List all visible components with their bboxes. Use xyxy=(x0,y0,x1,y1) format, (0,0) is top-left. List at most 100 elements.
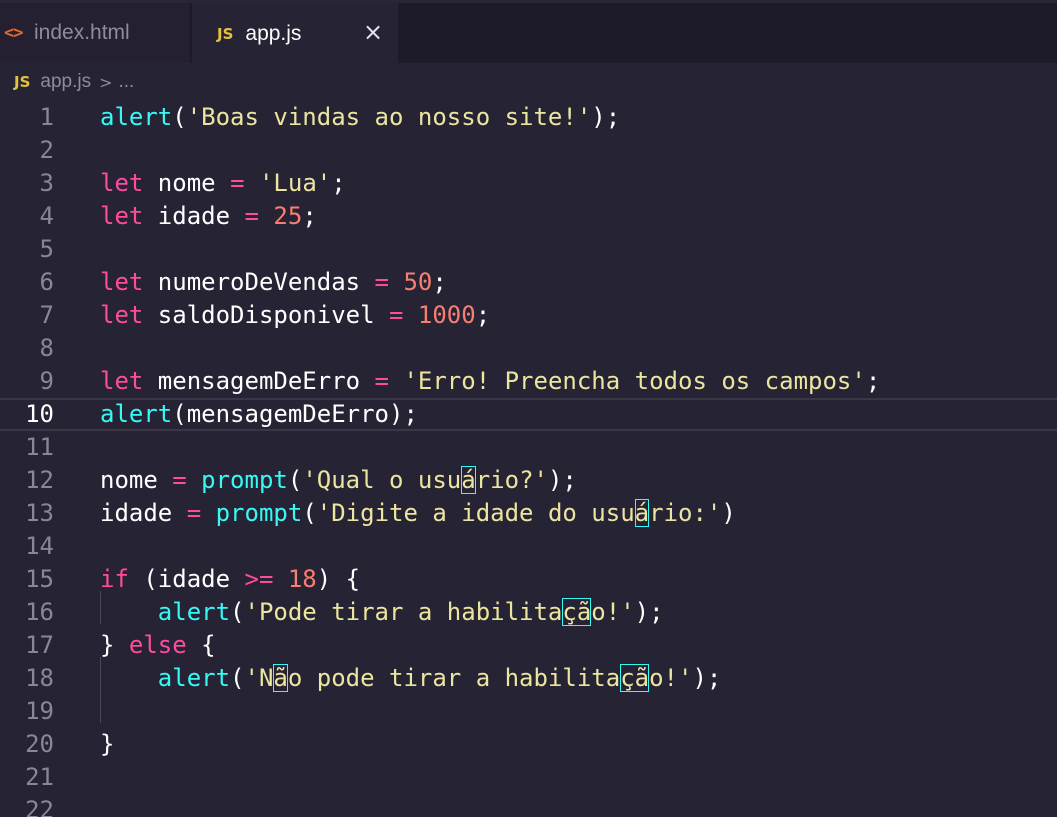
code-line[interactable]: 15 if (idade >= 18) { xyxy=(0,563,1057,596)
breadcrumb-symbols[interactable]: ... xyxy=(119,71,135,93)
code-token: = xyxy=(172,466,187,494)
code-token: 25 xyxy=(273,202,303,230)
code-token: ( xyxy=(172,400,187,428)
code-text: nome = prompt('Qual o usuário?'); xyxy=(100,464,577,497)
code-token: let xyxy=(100,202,144,230)
js-file-icon: JS xyxy=(217,24,234,43)
line-number: 22 xyxy=(25,796,54,817)
code-token: (idade xyxy=(128,565,245,593)
code-token: 'Boas vindas ao nosso site!' xyxy=(186,103,592,131)
code-token: let xyxy=(100,268,144,296)
code-text: } else { xyxy=(100,629,216,662)
code-token: let xyxy=(100,367,144,395)
code-token: >= xyxy=(244,565,274,593)
code-token: alert xyxy=(157,664,231,692)
code-token: ( xyxy=(230,664,245,692)
code-token: o!' xyxy=(649,664,693,692)
tab-app-js[interactable]: JS app.js × xyxy=(192,3,398,64)
line-number: 6 xyxy=(39,268,54,296)
code-line[interactable]: 13 idade = prompt('Digite a idade do usuá… xyxy=(0,497,1057,530)
code-line[interactable]: 22 xyxy=(0,794,1057,817)
code-line[interactable]: 20} xyxy=(0,728,1057,761)
code-line[interactable]: 17} else { xyxy=(0,629,1057,662)
code-text: if (idade >= 18) { xyxy=(100,563,360,596)
code-text: alert('Pode tirar a habilitação!'); xyxy=(100,596,664,629)
line-number: 10 xyxy=(25,400,54,428)
line-number: 18 xyxy=(25,664,54,692)
code-token: prompt xyxy=(201,466,288,494)
code-token: ) { xyxy=(316,565,361,593)
breadcrumb: JS app.js > ... xyxy=(14,70,134,94)
code-token: nome xyxy=(100,466,173,494)
code-line[interactable]: 6 let numeroDeVendas = 50; xyxy=(0,266,1057,299)
js-file-icon: JS xyxy=(14,73,31,91)
code-token: 'Digite a idade do usu xyxy=(316,499,635,527)
code-line[interactable]: 9 let mensagemDeErro = 'Erro! Preencha to… xyxy=(0,365,1057,398)
line-number: 8 xyxy=(39,334,54,362)
code-line[interactable]: 3 let nome = 'Lua'; xyxy=(0,167,1057,200)
code-token: = xyxy=(244,202,259,230)
code-text: let saldoDisponivel = 1000; xyxy=(100,299,490,332)
code-token: 1000 xyxy=(417,301,476,329)
code-token: mensagemDeErro xyxy=(143,367,375,395)
code-token: ); xyxy=(389,400,418,428)
line-number: 7 xyxy=(39,301,54,329)
code-line[interactable]: 14 xyxy=(0,530,1057,563)
code-token: ; xyxy=(865,367,881,395)
code-line[interactable]: 11 xyxy=(0,431,1057,464)
code-token: 'Erro! Preencha todos os campos' xyxy=(403,367,866,395)
line-number: 15 xyxy=(25,565,54,593)
code-token: let xyxy=(100,301,144,329)
code-token: = xyxy=(374,268,389,296)
code-line[interactable]: 16 alert('Pode tirar a habilitação!'); xyxy=(0,596,1057,629)
highlighted-char: ã xyxy=(273,664,288,692)
code-line[interactable]: 1 alert('Boas vindas ao nosso site!'); xyxy=(0,101,1057,134)
code-line[interactable]: 5 xyxy=(0,233,1057,266)
chevron-right-icon: > xyxy=(99,72,113,92)
code-token: ( xyxy=(172,103,187,131)
code-line[interactable]: 2 xyxy=(0,134,1057,167)
close-tab-icon[interactable]: × xyxy=(362,20,384,44)
code-token: o pode tirar a habilita xyxy=(287,664,621,692)
editor-window: <> index.html JS app.js × JS app.js > ..… xyxy=(0,0,1057,817)
code-text: alert('Não pode tirar a habilitação!'); xyxy=(100,662,721,695)
code-line[interactable]: 10 alert(mensagemDeErro); xyxy=(0,398,1057,431)
code-token: 'Qual o usu xyxy=(302,466,462,494)
code-token: } xyxy=(100,730,115,758)
code-token: 'Lua' xyxy=(258,169,332,197)
code-token: ); xyxy=(591,103,621,131)
highlighted-char: á xyxy=(461,466,476,494)
code-token: ( xyxy=(302,499,317,527)
code-token: 'N xyxy=(244,664,274,692)
breadcrumb-file[interactable]: app.js xyxy=(40,71,91,93)
tab-bar: <> index.html JS app.js × xyxy=(0,0,1057,64)
code-editor[interactable]: 1 alert('Boas vindas ao nosso site!'); 2 3 l… xyxy=(0,101,1057,817)
line-number: 21 xyxy=(25,763,54,791)
code-token: ; xyxy=(475,301,491,329)
code-token: ; xyxy=(331,169,346,197)
code-line[interactable]: 7 let saldoDisponivel = 1000; xyxy=(0,299,1057,332)
line-number: 14 xyxy=(25,532,54,560)
code-token: alert xyxy=(157,598,231,626)
code-text: let nome = 'Lua'; xyxy=(100,167,346,200)
html-file-icon: <> xyxy=(4,23,23,43)
code-token: = xyxy=(230,169,245,197)
code-line[interactable]: 21 xyxy=(0,761,1057,794)
line-number: 11 xyxy=(25,433,54,461)
code-line[interactable]: 18 alert('Não pode tirar a habilitação!'… xyxy=(0,662,1057,695)
tab-index-html[interactable]: <> index.html xyxy=(0,3,191,63)
line-number: 9 xyxy=(39,367,54,395)
code-line[interactable]: 12 nome = prompt('Qual o usuário?'); xyxy=(0,464,1057,497)
code-line[interactable]: 8 xyxy=(0,332,1057,365)
code-line[interactable]: 4 let idade = 25; xyxy=(0,200,1057,233)
code-token: idade xyxy=(100,499,187,527)
code-line[interactable]: 19 xyxy=(0,695,1057,728)
